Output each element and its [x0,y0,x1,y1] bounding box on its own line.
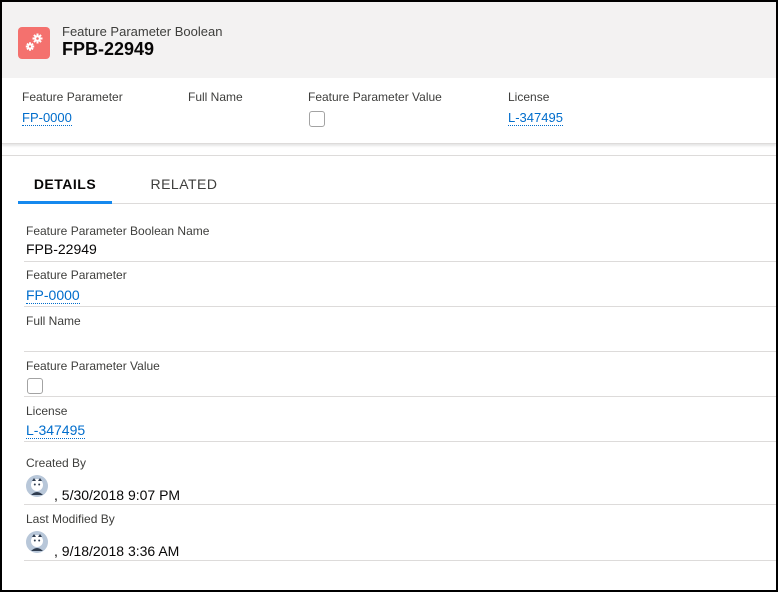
tab-related[interactable]: RELATED [138,166,230,204]
field-label: Last Modified By [26,512,115,526]
field-full-name: Full Name [24,307,776,352]
field-name: Feature Parameter Boolean Name FPB-22949 [24,220,776,262]
feature-parameter-link[interactable]: FP-0000 [26,287,80,304]
highlight-label: Feature Parameter Value [308,90,442,104]
highlight-label: Full Name [188,90,243,104]
record-header: Feature Parameter Boolean FPB-22949 [2,2,776,78]
field-created-by: Created By , 5/30/2018 9:07 PM [24,442,776,505]
user-avatar-icon[interactable] [26,531,48,553]
highlight-label: Feature Parameter [22,90,123,104]
highlight-label: License [508,90,550,104]
gears-icon [18,27,50,59]
last-modified-date: , 9/18/2018 3:36 AM [54,543,180,559]
user-avatar-icon[interactable] [26,475,48,497]
tab-bar: DETAILS RELATED [18,166,776,204]
feature-parameter-link[interactable]: FP-0000 [22,110,72,126]
record-page: Feature Parameter Boolean FPB-22949 Feat… [2,2,776,590]
created-date: , 5/30/2018 9:07 PM [54,487,181,503]
field-value: FPB-22949 [26,241,97,257]
license-link[interactable]: L-347495 [26,422,86,439]
object-type-label: Feature Parameter Boolean [62,24,223,39]
feature-parameter-value-checkbox[interactable] [27,378,43,394]
field-label: Full Name [26,314,81,328]
field-label: Created By [26,456,87,470]
field-label: Feature Parameter [26,268,127,282]
field-feature-parameter: Feature Parameter FP-0000 [24,262,776,307]
highlights-panel: Feature Parameter FP-0000 Full Name Feat… [2,78,776,144]
record-title: FPB-22949 [62,39,155,59]
field-last-modified-by: Last Modified By , 9/18/2018 3:36 AM [24,505,776,561]
field-label: License [26,404,68,418]
license-link[interactable]: L-347495 [508,110,563,126]
tab-details[interactable]: DETAILS [18,166,112,204]
field-label: Feature Parameter Value [26,359,160,373]
divider [2,155,776,156]
field-feature-parameter-value: Feature Parameter Value [24,352,776,397]
field-license: License L-347495 [24,397,776,442]
field-label: Feature Parameter Boolean Name [26,224,210,238]
feature-parameter-value-checkbox[interactable] [309,111,325,127]
